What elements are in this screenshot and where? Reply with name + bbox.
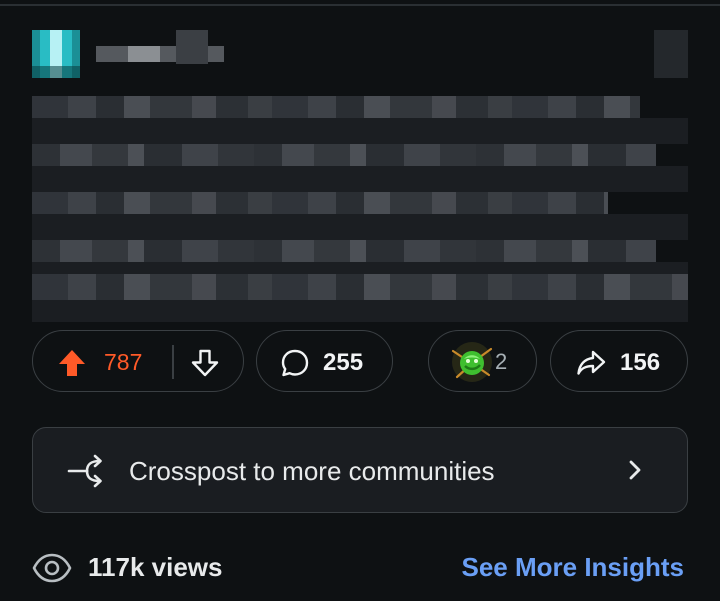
share-count: 156 [620, 349, 661, 376]
redacted-line [32, 240, 656, 262]
redacted-line [32, 192, 608, 214]
redacted-text [176, 30, 208, 64]
redacted-line [32, 118, 688, 144]
crosspost-icon [67, 454, 102, 488]
crosspost-label: Crosspost to more communities [129, 456, 495, 486]
redacted-line [32, 96, 640, 118]
award-count: 2 [495, 349, 508, 374]
post-action-bar: 787 255 2 156 [32, 330, 688, 394]
vote-control: 787 [32, 330, 244, 392]
redacted-line [32, 166, 688, 192]
award-icon [451, 342, 493, 382]
upvote-icon[interactable] [57, 348, 87, 378]
crosspost-button[interactable]: Crosspost to more communities [32, 427, 688, 513]
redacted-text [96, 46, 128, 62]
top-divider [0, 4, 720, 6]
share-button[interactable]: 156 [550, 330, 688, 392]
eye-icon [32, 553, 72, 583]
redacted-line [32, 274, 688, 300]
chevron-right-icon [629, 460, 641, 480]
post-header-redacted [32, 28, 692, 80]
vote-divider [172, 345, 174, 379]
redacted-line [32, 214, 688, 240]
redacted-line [32, 300, 688, 322]
redacted-line [32, 144, 656, 166]
share-icon [577, 350, 606, 375]
redacted-overflow-menu[interactable] [654, 30, 688, 78]
downvote-icon[interactable] [190, 348, 220, 378]
post-body-redacted [32, 96, 688, 322]
award-button[interactable]: 2 [428, 330, 537, 392]
redacted-text [128, 46, 160, 62]
comment-icon [281, 349, 309, 377]
comments-button[interactable]: 255 [256, 330, 393, 392]
see-more-insights-link[interactable]: See More Insights [462, 552, 685, 583]
upvote-count: 787 [104, 349, 143, 375]
comment-count: 255 [323, 349, 364, 376]
view-count: 117k views [88, 552, 223, 582]
community-avatar[interactable] [32, 30, 80, 78]
